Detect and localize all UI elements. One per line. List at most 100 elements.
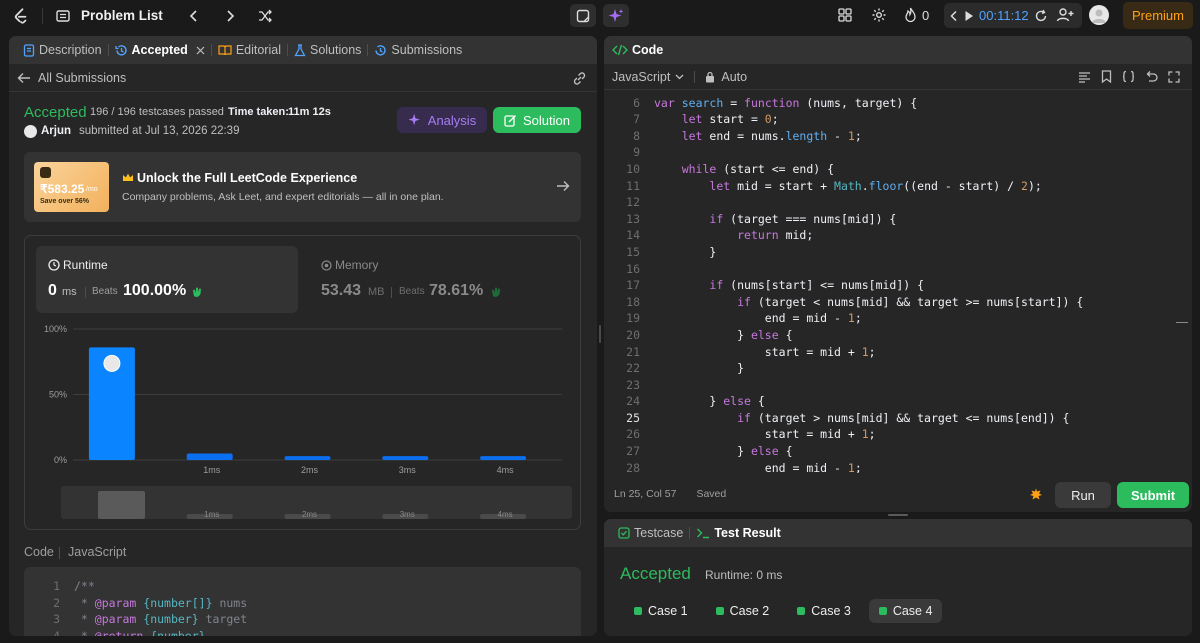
code-line: 3 * @param {number} target — [24, 611, 581, 628]
chevron-right-icon[interactable] — [223, 9, 237, 23]
grid-icon[interactable] — [838, 8, 852, 22]
premium-button[interactable]: Premium — [1123, 2, 1193, 29]
run-button[interactable]: Run — [1055, 482, 1111, 508]
code-line: 14 return mid; — [604, 227, 1192, 244]
auto-mode[interactable]: Auto — [721, 70, 747, 84]
promo-card[interactable]: ₹583.25 /mo Save over 56% Unlock the Ful… — [24, 152, 581, 222]
x-tick-label: 1ms — [203, 465, 221, 475]
stats-card: Runtime 0 ms Beats 100.00% Memory 53.43 … — [24, 235, 581, 530]
undo-icon[interactable] — [1145, 70, 1158, 83]
check-icon — [715, 607, 724, 615]
range-tick-label: 1ms — [204, 510, 219, 519]
document-icon — [23, 43, 35, 57]
add-user-icon[interactable] — [1056, 7, 1074, 23]
testcases-passed: 196 / 196 testcases passed — [90, 106, 224, 118]
close-icon[interactable] — [196, 46, 205, 55]
bookmark-icon[interactable] — [1101, 70, 1112, 83]
tab-label: Editorial — [235, 43, 281, 57]
code-label: Code — [24, 545, 54, 559]
code-line: 21 start = mid + 1; — [604, 344, 1192, 361]
chevron-left-icon[interactable] — [949, 10, 959, 22]
tab-editorial[interactable]: Editorial — [212, 43, 287, 57]
case-list: Case 1 Case 2 Case 3 Case 4 — [624, 599, 950, 623]
line-number: 9 — [633, 145, 640, 160]
tab-accepted[interactable]: Accepted — [109, 43, 211, 57]
sparkle-icon[interactable] — [603, 4, 629, 27]
memory-icon — [321, 260, 332, 271]
problem-list-link[interactable]: Problem List — [81, 8, 163, 23]
panel-resize-handle[interactable] — [888, 514, 908, 516]
line-text: start = mid + 1; — [654, 427, 876, 442]
x-tick-label: 2ms — [301, 465, 319, 475]
editor-title[interactable]: Code — [632, 43, 663, 57]
runtime-beats-value: 100.00% — [123, 282, 187, 299]
tab-submissions[interactable]: Submissions — [368, 43, 468, 57]
layout-icon[interactable] — [570, 4, 596, 27]
leetcode-logo-icon[interactable] — [10, 5, 32, 27]
memory-label: Memory — [335, 258, 379, 272]
avatar[interactable] — [1089, 5, 1109, 25]
runtime-unit: ms — [62, 286, 77, 298]
runtime-label: Runtime — [63, 258, 108, 272]
language-select[interactable]: JavaScript — [612, 70, 670, 84]
chevron-left-icon[interactable] — [187, 9, 201, 23]
expand-icon[interactable] — [1168, 70, 1180, 83]
code-line: 27 } else { — [604, 443, 1192, 460]
terminal-icon — [696, 527, 710, 539]
arrow-right-icon[interactable] — [556, 180, 570, 192]
line-text: if (target < nums[mid] && target >= nums… — [737, 294, 1084, 309]
line-number: 17 — [626, 278, 640, 293]
line-number: 16 — [626, 261, 640, 276]
problem-list-icon[interactable] — [55, 8, 71, 24]
x-tick-label: 3ms — [399, 465, 417, 475]
code-line: 19 end = mid - 1; — [604, 310, 1192, 327]
reset-icon[interactable] — [1034, 9, 1048, 23]
crown-icon — [122, 172, 134, 183]
braces-icon[interactable] — [1122, 70, 1135, 83]
case-tab[interactable]: Case 3 — [787, 599, 861, 623]
line-number: 8 — [633, 128, 640, 143]
clap-icon — [490, 285, 503, 298]
tab-description[interactable]: Description — [17, 43, 108, 57]
case-tab[interactable]: Case 2 — [706, 599, 780, 623]
promo-title: Unlock the Full LeetCode Experience — [137, 171, 358, 185]
clap-icon — [191, 285, 204, 298]
code-editor[interactable]: 5 */6var search = function (nums, target… — [604, 91, 1192, 473]
tab-solutions[interactable]: Solutions — [288, 43, 367, 57]
line-number: 14 — [626, 228, 640, 243]
result-tab-bar: Testcase Test Result — [604, 519, 1192, 547]
runtime-box[interactable]: Runtime 0 ms Beats 100.00% — [36, 246, 298, 313]
solution-button[interactable]: Solution — [493, 107, 581, 133]
format-icon[interactable] — [1078, 70, 1091, 83]
result-status: Accepted — [620, 564, 691, 583]
case-tab[interactable]: Case 1 — [624, 599, 698, 623]
link-icon[interactable] — [572, 71, 587, 86]
chart-bar — [186, 453, 233, 460]
arrow-left-icon[interactable] — [17, 72, 31, 84]
line-text: start = mid + 1; — [654, 344, 876, 359]
line-text: end = mid - 1; — [654, 311, 862, 326]
chevron-down-icon[interactable] — [675, 74, 684, 80]
y-tick-label: 0% — [54, 455, 67, 465]
scrollbar-marker[interactable] — [1176, 322, 1188, 323]
analysis-button[interactable]: Analysis — [397, 107, 487, 133]
vertical-resize-handle[interactable] — [599, 325, 601, 343]
memory-unit: MB — [368, 286, 385, 298]
user-name[interactable]: Arjun — [41, 125, 71, 137]
submit-button[interactable]: Submit — [1117, 482, 1189, 508]
range-tick-label: 2ms — [302, 510, 317, 519]
line-text: let end = nums.length - 1; — [681, 128, 862, 143]
all-submissions-link[interactable]: All Submissions — [38, 71, 126, 85]
shuffle-icon[interactable] — [257, 8, 273, 24]
run-label: Run — [1071, 487, 1095, 503]
case-tab[interactable]: Case 4 — [868, 599, 943, 623]
bug-icon[interactable] — [1029, 487, 1043, 501]
tab-test-result[interactable]: Test Result — [690, 526, 786, 540]
code-line: 17 if (nums[start] <= nums[mid]) { — [604, 277, 1192, 294]
tab-testcase[interactable]: Testcase — [612, 526, 689, 540]
gear-icon[interactable] — [871, 7, 887, 23]
flame-icon[interactable] — [903, 7, 918, 23]
code-line: 26 start = mid + 1; — [604, 426, 1192, 443]
play-icon[interactable] — [964, 10, 974, 22]
result-runtime: Runtime: 0 ms — [705, 568, 783, 582]
